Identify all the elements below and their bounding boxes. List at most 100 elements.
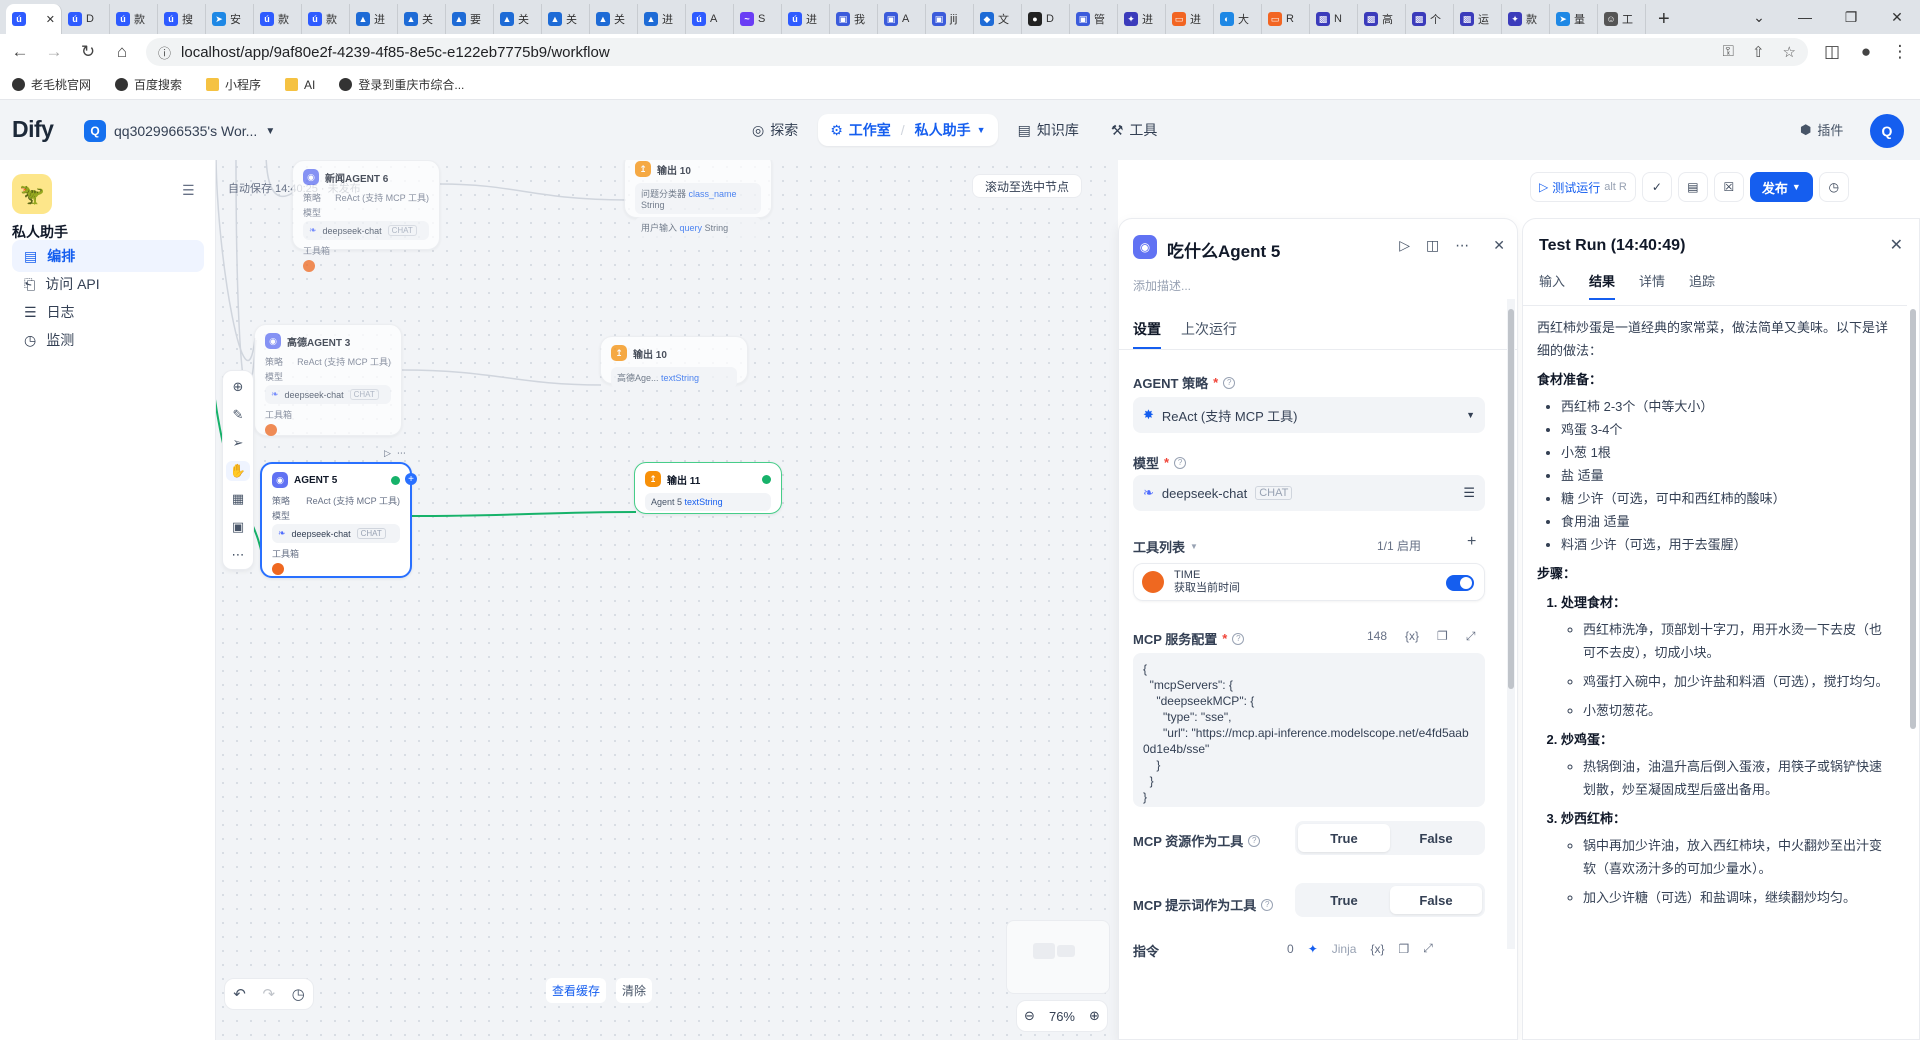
mcp-resource-false[interactable]: False (1390, 824, 1482, 852)
forward-icon[interactable]: → (44, 42, 64, 62)
browser-tab[interactable]: ▩ 高 (1358, 4, 1406, 34)
reload-icon[interactable]: ↻ (78, 42, 98, 62)
share-icon[interactable]: ⇧ (1752, 43, 1765, 61)
expand-icon[interactable]: ⤢ (1466, 629, 1476, 644)
view-cache-button[interactable]: 查看缓存 (546, 978, 607, 1003)
browser-tab[interactable]: ▲ 关 (590, 4, 638, 34)
browser-tab[interactable]: ▲ 关 (494, 4, 542, 34)
browser-tab[interactable]: ú款 (110, 4, 158, 34)
site-info-icon[interactable]: ⓘ (158, 43, 171, 62)
workspace-switcher[interactable]: Q qq3029966535's Wor... ▼ (84, 120, 275, 142)
browser-tab[interactable]: ▣ jij (926, 4, 974, 34)
close-window-button[interactable]: ✕ (1874, 0, 1920, 34)
pointer-icon[interactable]: ➢ (226, 433, 250, 453)
bookmark-item[interactable]: 百度搜索 (115, 76, 182, 93)
menu-dots-icon[interactable]: ⋮ (1890, 42, 1910, 62)
node-news-agent[interactable]: ◉ 新闻AGENT 6 策略 ReAct (支持 MCP 工具) 模型 ❧ deeps… (292, 160, 440, 272)
browser-tab[interactable]: ▭ R (1262, 4, 1310, 34)
new-tab-button[interactable]: + (1646, 4, 1682, 34)
browser-tab[interactable]: ▲ 要 (446, 4, 494, 34)
close-icon[interactable]: ✕ (1890, 235, 1903, 255)
tab-detail[interactable]: 详情 (1639, 271, 1665, 300)
publish-button[interactable]: 发布 ▼ (1749, 172, 1813, 202)
model-select[interactable]: ❧ deepseek-chat CHAT ☰ (1133, 475, 1485, 511)
export-image-icon[interactable]: ▣ (226, 517, 250, 537)
sidepanel-icon[interactable]: ◫ (1822, 42, 1842, 62)
conversation-vars-icon[interactable]: ☒ (1713, 172, 1744, 202)
browser-tab[interactable]: ➤ 量 (1550, 4, 1598, 34)
hand-icon[interactable]: ✋ (226, 461, 250, 481)
browser-tab[interactable]: ▣ A (878, 4, 926, 34)
checklist-icon[interactable]: ✓ (1641, 172, 1672, 202)
tab-search-icon[interactable]: ⌄ (1736, 0, 1782, 34)
strategy-select[interactable]: ✸ ReAct (支持 MCP 工具) ▼ (1133, 397, 1485, 433)
user-avatar[interactable]: Q (1870, 114, 1904, 148)
browser-tab[interactable]: ◆ 文 (974, 4, 1022, 34)
copy-icon[interactable]: ❐ (1398, 942, 1409, 956)
workflow-canvas[interactable]: 自动保存 14:40:25 · 未发布 滚动至选中节点 ◉新闻AGENT 6 策… (216, 160, 1118, 1040)
profile-icon[interactable]: ● (1856, 42, 1876, 62)
test-run-button[interactable]: ▷ 测试运行 alt R (1530, 172, 1636, 202)
zoom-level[interactable]: 76% (1049, 1009, 1075, 1024)
browser-tab[interactable]: ú款 (302, 4, 350, 34)
url-field[interactable]: ⓘ localhost/app/9af80e2f-4239-4f85-8e5c-… (146, 38, 1808, 66)
browser-tab[interactable]: ▲ 进 (638, 4, 686, 34)
node-output-11[interactable]: ↥ 输出 11 Agent 5 textString (634, 462, 782, 514)
current-app-selector[interactable]: 私人助手 (915, 120, 971, 140)
agent-title[interactable]: 吃什么Agent 5 (1167, 237, 1280, 262)
browser-tab[interactable]: ú ✕ (6, 4, 62, 34)
browser-tab[interactable]: ✦ 款 (1502, 4, 1550, 34)
chevron-down-icon[interactable]: ▼ (1190, 542, 1198, 551)
bookmark-item[interactable]: 老毛桃官网 (12, 76, 91, 93)
browser-tab[interactable]: ▲ 进 (350, 4, 398, 34)
env-variables-icon[interactable]: ▤ (1677, 172, 1708, 202)
tab-result[interactable]: 结果 (1589, 271, 1616, 300)
tab-settings[interactable]: 设置 (1133, 319, 1161, 349)
browser-tab[interactable]: ✦ 进 (1118, 4, 1166, 34)
add-tool-icon[interactable]: + (1467, 533, 1476, 551)
back-icon[interactable]: ← (10, 42, 30, 62)
expand-icon[interactable]: ⤢ (1423, 941, 1433, 956)
jinja-toggle[interactable]: Jinja (1332, 942, 1357, 956)
tab-trace[interactable]: 追踪 (1689, 271, 1715, 300)
close-icon[interactable]: ✕ (1493, 237, 1505, 254)
more-icon[interactable]: ⋯ (397, 448, 406, 459)
collapse-sidebar-icon[interactable]: ☰ (182, 182, 195, 199)
browser-tab[interactable]: ➤ 安 (206, 4, 254, 34)
zoom-out-icon[interactable]: ⊖ (1024, 1008, 1035, 1024)
browser-tab[interactable]: ▩ 个 (1406, 4, 1454, 34)
browser-tab[interactable]: ◐ 大 (1214, 4, 1262, 34)
run-step-icon[interactable]: ▷ (1399, 237, 1410, 254)
redo-icon[interactable]: ↷ (262, 985, 275, 1003)
browser-tab[interactable]: ▩ 运 (1454, 4, 1502, 34)
bookmark-star-icon[interactable]: ☆ (1783, 43, 1796, 61)
bookmark-item[interactable]: 小程序 (206, 76, 261, 93)
scroll-to-selected-button[interactable]: 滚动至选中节点 (972, 174, 1083, 198)
history-icon[interactable]: ◷ (292, 985, 305, 1003)
mcp-prompt-true[interactable]: True (1298, 886, 1390, 914)
dify-logo[interactable]: Dify (12, 116, 54, 143)
add-next-node-handle[interactable]: + (405, 473, 417, 485)
browser-tab[interactable]: úA (686, 4, 734, 34)
browser-tab[interactable]: ~ S (734, 4, 782, 34)
bookmark-item[interactable]: 登录到重庆市综合... (339, 76, 464, 93)
browser-tab[interactable]: ▣ 管 (1070, 4, 1118, 34)
browser-tab[interactable]: ▣ 我 (830, 4, 878, 34)
browser-tab[interactable]: úD (62, 4, 110, 34)
nav-explore[interactable]: ◎ 探索 (740, 114, 810, 146)
home-icon[interactable]: ⌂ (112, 42, 132, 62)
browser-tab[interactable]: ú进 (782, 4, 830, 34)
result-scrollbar[interactable] (1909, 309, 1917, 1029)
insert-variable-icon[interactable]: {x} (1405, 629, 1419, 644)
insert-variable-icon[interactable]: {x} (1370, 942, 1384, 956)
key-icon[interactable]: ⚿ (1723, 43, 1734, 61)
mcp-config-editor[interactable]: { "mcpServers": { "deepseekMCP": { "type… (1133, 653, 1485, 807)
minimap[interactable] (1006, 920, 1110, 994)
zoom-in-icon[interactable]: ⊕ (1089, 1008, 1100, 1024)
model-settings-icon[interactable]: ☰ (1463, 485, 1475, 501)
node-agent-5[interactable]: ◉ AGENT 5 策略 ReAct (支持 MCP 工具) 模型 ❧ deepsee… (260, 462, 417, 578)
nav-knowledge[interactable]: ▤ 知识库 (1006, 114, 1091, 146)
split-view-icon[interactable]: ◫ (1426, 237, 1439, 254)
node-output-10a[interactable]: ↥ 输出 10 问题分类器 class_name String 用户输入 quer… (624, 160, 772, 238)
nav-tools[interactable]: ⚒ 工具 (1099, 114, 1170, 146)
